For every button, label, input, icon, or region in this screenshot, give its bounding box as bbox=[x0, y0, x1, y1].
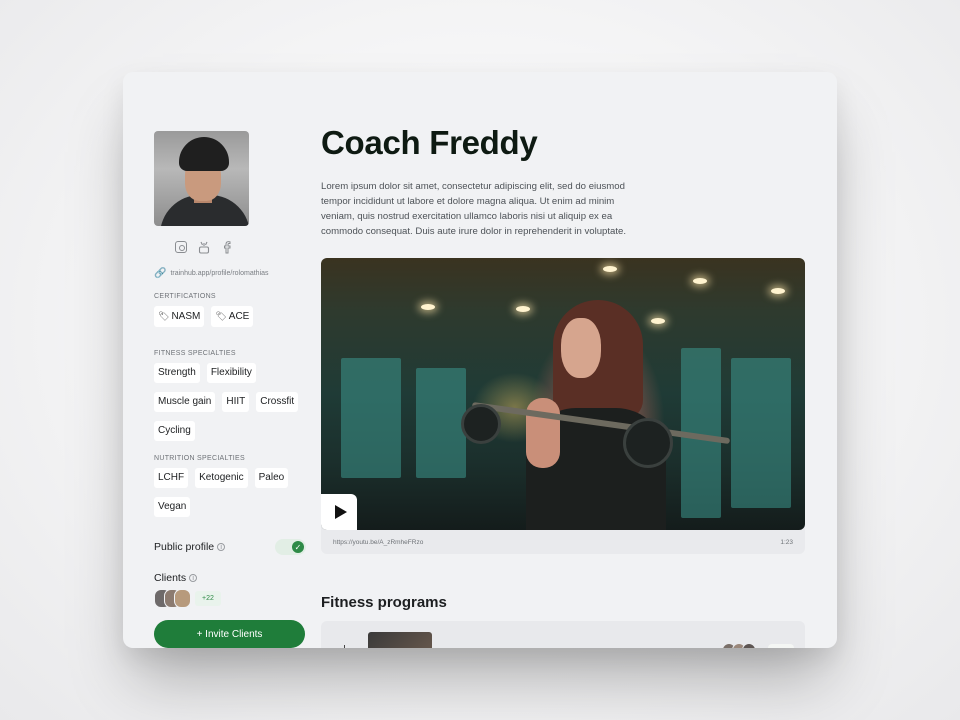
page-title: Coach Freddy bbox=[321, 124, 538, 161]
fitness-programs-title: Fitness programs bbox=[321, 594, 447, 611]
video-info-bar: https://youtu.be/A_zRmheFRzo 1:23 bbox=[321, 526, 805, 554]
clients-more-count[interactable]: +22 bbox=[195, 591, 221, 606]
program-clients-more bbox=[768, 644, 794, 648]
facebook-icon[interactable] bbox=[220, 240, 234, 254]
intro-video[interactable] bbox=[321, 258, 805, 530]
certification-chip: 🏷 NASM bbox=[154, 306, 205, 327]
specialty-chip: LCHF bbox=[154, 468, 189, 488]
program-card[interactable] bbox=[321, 621, 805, 648]
clients-label: Clients i bbox=[154, 572, 306, 584]
drag-handle[interactable] bbox=[344, 645, 345, 648]
nutrition-specialties-list: LCHF Ketogenic Paleo Vegan bbox=[154, 468, 306, 517]
nutrition-specialties-title: NUTRITION SPECIALTIES bbox=[154, 455, 245, 462]
check-icon: ✓ bbox=[292, 541, 304, 553]
link-icon: 🔗 bbox=[154, 268, 167, 279]
specialty-chip: Flexibility bbox=[206, 363, 256, 383]
specialty-chip: Crossfit bbox=[256, 392, 299, 412]
client-avatars[interactable]: +22 bbox=[154, 589, 306, 608]
info-icon[interactable]: i bbox=[189, 574, 198, 582]
specialty-chip: Muscle gain bbox=[154, 392, 216, 412]
profile-card: 🔗 trainhub.app/profile/rolomathias CERTI… bbox=[123, 72, 837, 648]
specialty-chip: Cycling bbox=[154, 421, 195, 441]
fitness-specialties-title: FITNESS SPECIALTIES bbox=[154, 350, 236, 357]
program-thumbnail bbox=[368, 632, 432, 648]
specialty-chip: Strength bbox=[154, 363, 200, 383]
specialty-chip: Vegan bbox=[154, 497, 191, 517]
play-icon bbox=[334, 505, 347, 519]
profile-main: Coach Freddy Lorem ipsum dolor sit amet,… bbox=[321, 124, 806, 648]
public-profile-row: Public profile i ✓ bbox=[154, 539, 306, 555]
play-button[interactable] bbox=[321, 494, 357, 530]
certifications-list: 🏷 NASM 🏷 ACE bbox=[154, 306, 306, 327]
profile-link-text[interactable]: trainhub.app/profile/rolomathias bbox=[170, 270, 268, 277]
profile-bio: Lorem ipsum dolor sit amet, consectetur … bbox=[321, 181, 627, 237]
video-url[interactable]: https://youtu.be/A_zRmheFRzo bbox=[333, 539, 423, 546]
client-avatar bbox=[742, 643, 756, 648]
certificate-icon: 🏷 bbox=[158, 311, 170, 321]
video-duration: 1:23 bbox=[780, 538, 793, 546]
invite-clients-button[interactable]: + Invite Clients bbox=[154, 620, 305, 648]
client-avatar bbox=[174, 589, 191, 608]
specialty-chip: Paleo bbox=[254, 468, 289, 488]
certifications-title: CERTIFICATIONS bbox=[154, 293, 216, 300]
certificate-icon: 🏷 bbox=[215, 311, 227, 321]
social-links bbox=[174, 240, 306, 254]
instagram-icon[interactable] bbox=[174, 240, 188, 254]
fitness-specialties-list: Strength Flexibility Muscle gain HIIT Cr… bbox=[154, 363, 306, 441]
profile-sidebar: 🔗 trainhub.app/profile/rolomathias CERTI… bbox=[154, 131, 306, 648]
profile-link[interactable]: 🔗 trainhub.app/profile/rolomathias bbox=[154, 268, 306, 279]
info-icon[interactable]: i bbox=[217, 543, 226, 551]
avatar bbox=[154, 131, 249, 226]
specialty-chip: HIIT bbox=[222, 392, 250, 412]
public-profile-toggle[interactable]: ✓ bbox=[275, 539, 306, 555]
public-profile-label: Public profile i bbox=[154, 541, 226, 553]
specialty-chip: Ketogenic bbox=[195, 468, 248, 488]
certification-chip: 🏷 ACE bbox=[211, 306, 254, 327]
youtube-icon[interactable] bbox=[197, 240, 211, 254]
